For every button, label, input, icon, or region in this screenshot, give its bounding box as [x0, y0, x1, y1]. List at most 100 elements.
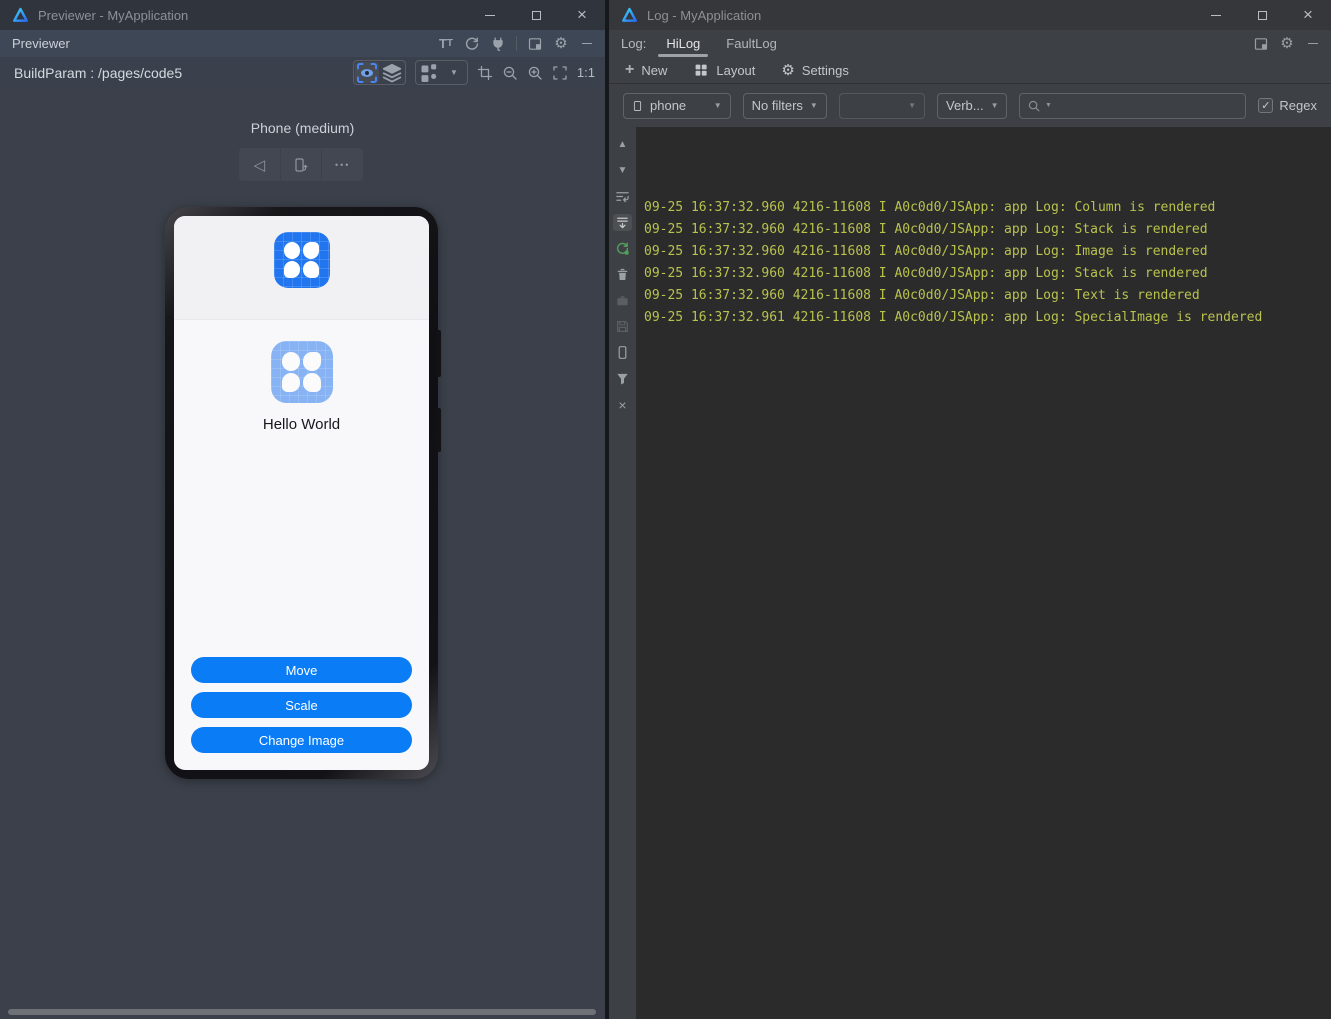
plus-icon: + [625, 61, 635, 78]
restart-session-icon[interactable] [613, 240, 632, 257]
toolbar-separator [516, 36, 517, 51]
log-line[interactable]: 09-25 16:37:32.960 4216-11608 I A0c0d0/J… [644, 241, 1331, 263]
log-label: Log: [621, 36, 647, 51]
action-button-stack: Move Scale Change Image [191, 657, 412, 753]
log-search-field[interactable]: ▼ [1019, 92, 1247, 119]
log-window-title: Log - MyApplication [647, 7, 762, 23]
back-navigation-icon[interactable]: ◁ [239, 148, 280, 181]
log-settings-gear-icon[interactable]: ⚙ [1279, 36, 1295, 52]
inspector-toggle-group [352, 60, 406, 85]
regex-option: ✓ Regex [1258, 98, 1317, 113]
layers-icon[interactable] [380, 62, 404, 83]
log-filter-row: phone ▼ No filters ▼ ▼ Verb... ▼ ▼ ✓ Reg… [609, 84, 1331, 127]
minimize-window-icon[interactable] [467, 0, 513, 30]
previewer-toolbar: BuildParam : /pages/code5 ▼ 1:1 [0, 57, 605, 88]
maximize-window-icon[interactable] [513, 0, 559, 30]
deveco-logo-icon [622, 7, 637, 22]
previewer-window: Previewer - MyApplication × Previewer TT [0, 0, 605, 1019]
refresh-icon[interactable] [464, 36, 480, 52]
filter-select[interactable]: No filters ▼ [742, 92, 827, 119]
log-level-select-value: Verb... [946, 98, 984, 113]
process-select[interactable]: ▼ [838, 92, 926, 119]
deveco-logo-icon [13, 7, 28, 22]
settings-gear-icon: ⚙ [781, 61, 795, 79]
zoom-ratio-label[interactable]: 1:1 [577, 65, 595, 80]
phone-action-button[interactable]: Move [191, 657, 412, 683]
search-input[interactable] [1055, 98, 1239, 113]
device-profile-label: Phone (medium) [250, 120, 355, 136]
chevron-down-icon: ▼ [809, 101, 818, 110]
filter-select-value: No filters [751, 98, 803, 113]
panel-layout-icon[interactable] [527, 36, 543, 52]
frame-select-icon[interactable] [477, 65, 493, 81]
chevron-down-icon: ▼ [908, 101, 917, 110]
horizontal-scrollbar[interactable] [8, 1009, 596, 1015]
font-size-icon[interactable]: TT [438, 36, 454, 52]
previewer-settings-gear-icon[interactable]: ⚙ [553, 36, 569, 52]
phone-action-button[interactable]: Change Image [191, 727, 412, 753]
filter-funnel-icon[interactable] [613, 370, 632, 387]
log-tab-row: Log: HiLog FaultLog ⚙ [609, 30, 1331, 57]
clear-log-trash-icon[interactable] [613, 266, 632, 283]
log-tab-faultlog[interactable]: FaultLog [720, 30, 783, 57]
fit-to-screen-icon[interactable] [552, 65, 568, 81]
component-select-group: ▼ [414, 60, 468, 85]
scroll-to-end-icon[interactable] [613, 214, 632, 231]
log-line[interactable]: 09-25 16:37:32.960 4216-11608 I A0c0d0/J… [644, 197, 1331, 219]
app-logo-image [273, 232, 330, 288]
close-window-icon[interactable]: × [1285, 0, 1331, 30]
inspector-eye-icon[interactable] [354, 62, 379, 83]
log-output[interactable]: 09-25 16:37:32.960 4216-11608 I A0c0d0/J… [636, 127, 1331, 1019]
previewer-tab-row: Previewer TT ⚙ [0, 30, 605, 57]
panel-layout-icon[interactable] [1253, 36, 1269, 52]
soft-wrap-icon[interactable] [613, 188, 632, 205]
phone-power-button [436, 408, 441, 452]
log-level-select[interactable]: Verb... ▼ [937, 92, 1008, 119]
previewer-window-title: Previewer - MyApplication [38, 7, 189, 23]
device-log-icon[interactable] [613, 344, 632, 361]
regex-checkbox[interactable]: ✓ [1258, 98, 1274, 113]
plug-inspect-icon[interactable] [490, 36, 506, 52]
device-select[interactable]: phone ▼ [623, 92, 731, 119]
phone-action-button[interactable]: Scale [191, 692, 412, 718]
log-line[interactable]: 09-25 16:37:32.961 4216-11608 I A0c0d0/J… [644, 307, 1331, 329]
hide-panel-icon[interactable] [579, 36, 595, 52]
chevron-down-icon: ▼ [990, 101, 999, 110]
minimize-window-icon[interactable] [1193, 0, 1239, 30]
rotate-device-icon[interactable] [279, 148, 322, 181]
zoom-out-icon[interactable] [502, 65, 518, 81]
hello-world-text: Hello World [262, 416, 341, 433]
export-briefcase-icon[interactable] [613, 292, 632, 309]
settings-button[interactable]: ⚙ Settings [781, 63, 848, 78]
previewer-tab-label[interactable]: Previewer [12, 36, 70, 51]
app-logo-image-faded [270, 341, 333, 403]
components-dropdown-caret-icon[interactable]: ▼ [442, 62, 466, 83]
close-log-icon[interactable]: × [613, 396, 632, 413]
close-window-icon[interactable]: × [559, 0, 605, 30]
regex-label: Regex [1279, 98, 1317, 113]
device-select-value: phone [650, 98, 687, 113]
more-options-icon[interactable]: ••• [321, 148, 363, 181]
maximize-window-icon[interactable] [1239, 0, 1285, 30]
search-history-caret-icon[interactable]: ▼ [1045, 102, 1052, 109]
log-side-toolbar: ▲ ▼ × [609, 127, 636, 1019]
phone-screen: Hello World Move Scale Change Image [174, 216, 429, 770]
zoom-in-icon[interactable] [527, 65, 543, 81]
layout-button[interactable]: Layout [693, 62, 755, 78]
hide-panel-icon[interactable] [1305, 36, 1321, 52]
log-line[interactable]: 09-25 16:37:32.960 4216-11608 I A0c0d0/J… [644, 263, 1331, 285]
components-grid-icon[interactable] [417, 62, 441, 83]
save-log-icon[interactable] [613, 318, 632, 335]
phone-mockup: Hello World Move Scale Change Image [165, 207, 441, 779]
log-action-row: + New Layout ⚙ Settings [609, 57, 1331, 84]
previewer-titlebar: Previewer - MyApplication × [0, 0, 605, 30]
log-line[interactable]: 09-25 16:37:32.960 4216-11608 I A0c0d0/J… [644, 285, 1331, 307]
log-line[interactable]: 09-25 16:37:32.960 4216-11608 I A0c0d0/J… [644, 219, 1331, 241]
scroll-up-icon[interactable]: ▲ [613, 136, 632, 153]
new-log-button[interactable]: + New [625, 61, 667, 79]
layout-grid-icon [693, 62, 709, 78]
search-icon [1027, 98, 1041, 114]
scroll-down-icon[interactable]: ▼ [613, 162, 632, 179]
log-tab-hilog[interactable]: HiLog [658, 30, 709, 57]
build-param-label: BuildParam : /pages/code5 [14, 64, 183, 81]
